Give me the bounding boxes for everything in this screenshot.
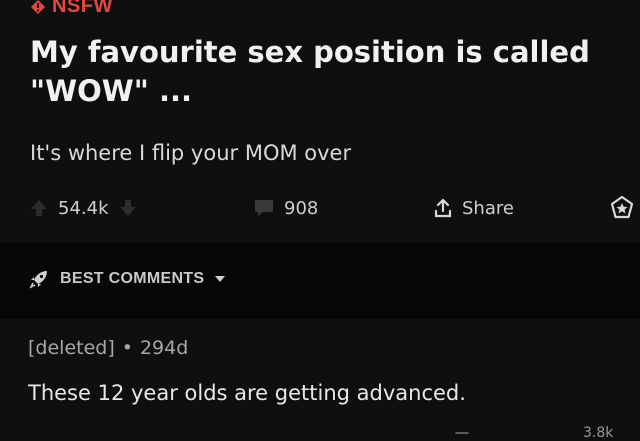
comment-author[interactable]: [deleted] [28,337,115,359]
award-icon [610,195,634,219]
comment-age: 294d [139,337,189,359]
comment-sort-dropdown[interactable]: BEST COMMENTS [28,268,226,290]
award-button[interactable] [609,190,635,226]
vote-control: 54.4k [28,190,139,226]
post-action-bar: 54.4k 908 Share [0,190,640,226]
upvote-icon[interactable] [28,197,50,219]
share-icon [434,198,452,218]
comment-meta: [deleted] • 294d [28,337,628,359]
meta-separator: • [121,337,133,359]
share-button[interactable]: Share [432,190,514,226]
rocket-icon [29,271,47,289]
nsfw-tag: NSFW [30,0,113,18]
next-vote-count-partial: 3.8k [583,425,614,441]
comments-button[interactable]: 908 [252,190,318,226]
downvote-icon[interactable] [117,197,139,219]
next-row-partial-icon [455,432,469,439]
caret-down-icon [215,276,226,282]
sort-label: BEST COMMENTS [60,270,205,287]
vote-count: 54.4k [58,197,109,219]
post-body: It's where I flip your MOM over [30,141,352,165]
nsfw-label: NSFW [52,0,113,17]
comment-bubble-icon [255,200,273,216]
comment-text: These 12 year olds are getting advanced. [28,381,466,405]
nsfw-diamond-icon [31,0,45,14]
post-title[interactable]: My favourite sex position is called "WOW… [30,33,620,111]
comment-count: 908 [284,197,319,219]
share-label: Share [462,197,514,219]
comment-item: [deleted] • 294d These 12 year olds are … [28,337,628,405]
